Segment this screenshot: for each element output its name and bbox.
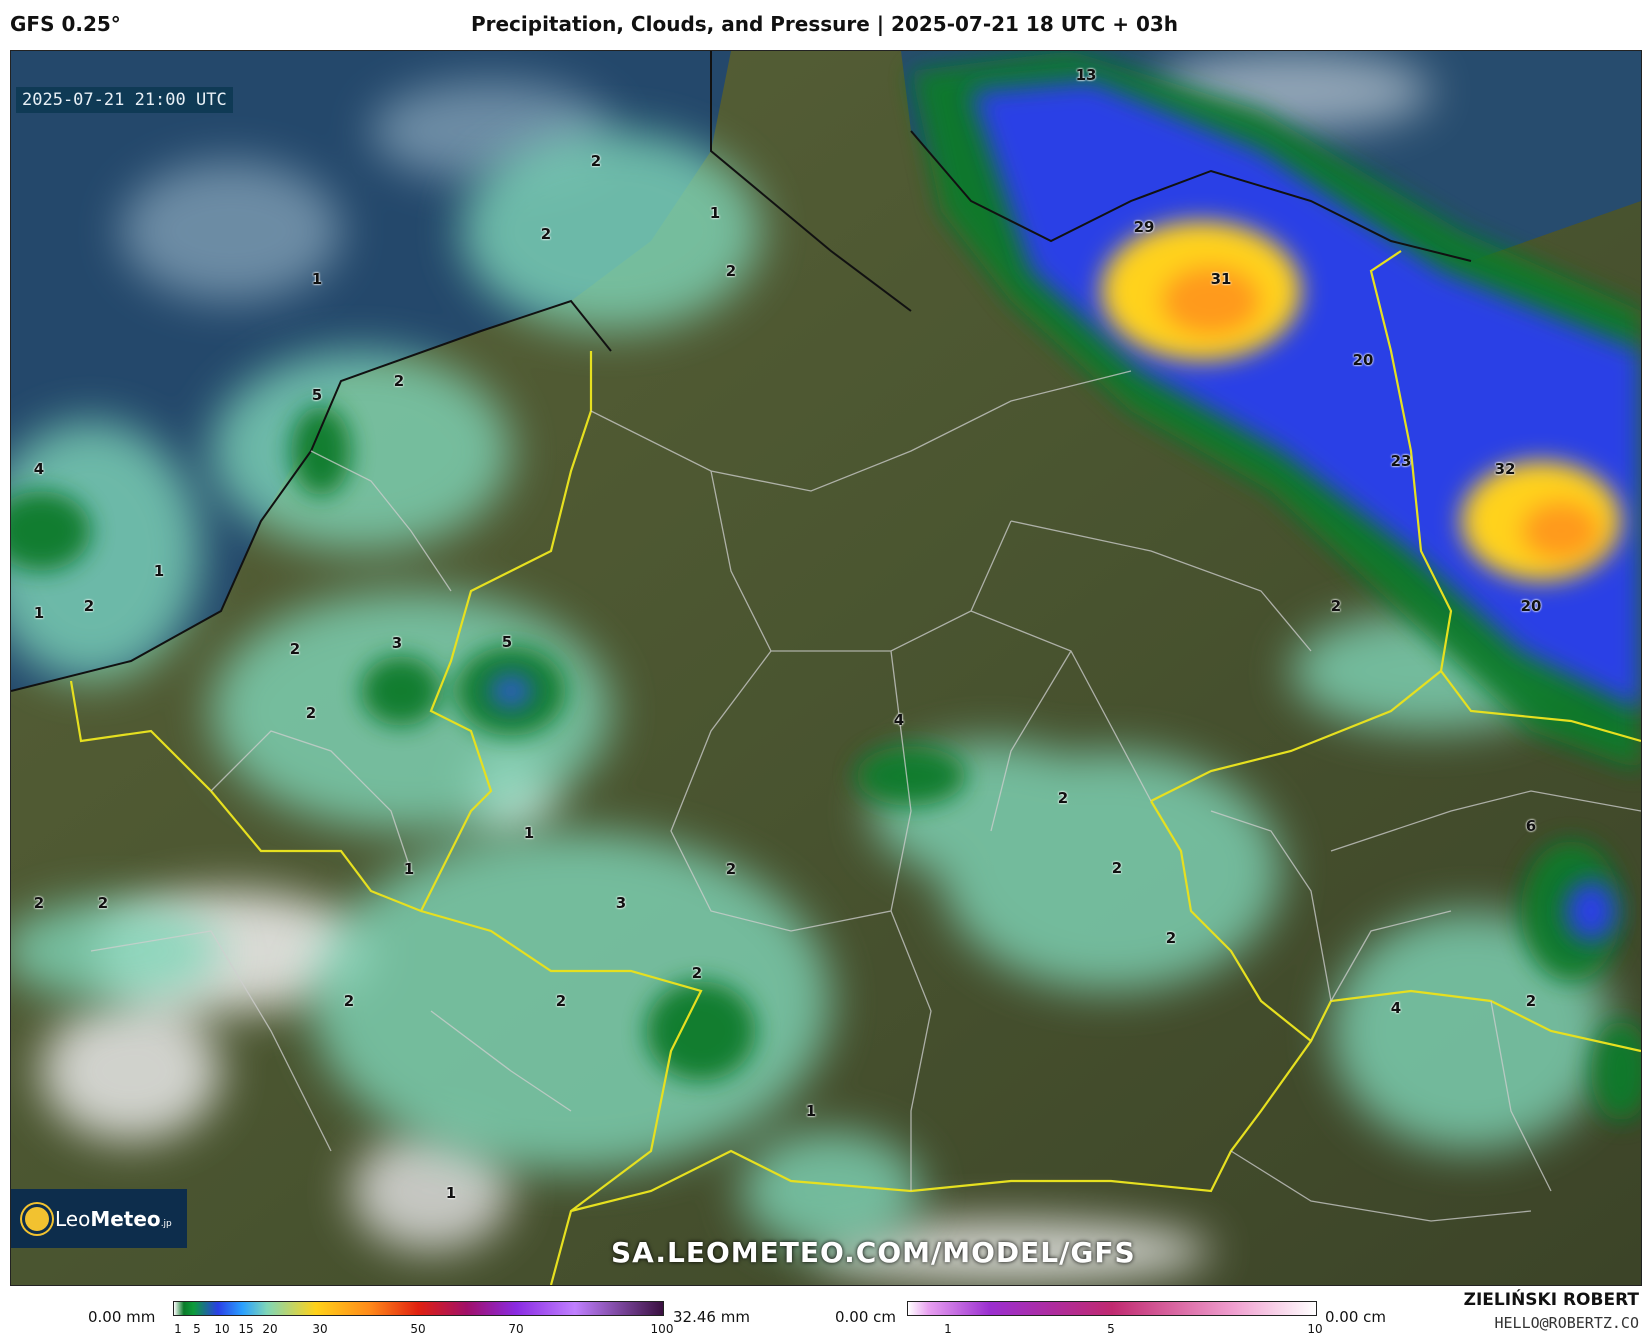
map-canvas: [11, 51, 1641, 1285]
colorbar-tick-label: 10: [214, 1322, 230, 1336]
colorbar-tick-label: 1: [174, 1322, 182, 1336]
precip-value-label: 2: [725, 262, 737, 280]
precip-value-label: 2: [393, 372, 405, 390]
timestamp-label: 2025-07-21 21:00 UTC: [16, 87, 233, 113]
precip-value-label: 20: [1520, 597, 1542, 615]
author-email[interactable]: HELLO@ROBERTZ.CO: [1495, 1314, 1640, 1332]
precip-value-label: 4: [33, 460, 45, 478]
precip-value-label: 1: [805, 1102, 817, 1120]
precip-value-label: 2: [83, 597, 95, 615]
precip-value-label: 1: [445, 1184, 457, 1202]
precip-value-label: 2: [33, 894, 45, 912]
precip-value-label: 2: [555, 992, 567, 1010]
colorbar-tick-label: 10: [1307, 1322, 1323, 1336]
colorbar-tick-label: 50: [410, 1322, 426, 1336]
precip-min-label: 0.00 mm: [88, 1308, 156, 1326]
colorbar-tick-label: 5: [193, 1322, 201, 1336]
colorbar-tick-label: 30: [312, 1322, 328, 1336]
snow-min-label: 0.00 cm: [835, 1308, 897, 1326]
precip-value-label: 20: [1352, 351, 1374, 369]
precip-value-label: 1: [523, 824, 535, 842]
weather-map[interactable]: 2025-07-21 21:00 UTC 13 2 1 2 2 1 29 31 5 2 20 4 23 3…: [10, 50, 1642, 1286]
precip-value-label: 2: [725, 860, 737, 878]
precip-value-label: 1: [153, 562, 165, 580]
precip-value-label: 1: [403, 860, 415, 878]
precip-value-label: 2: [289, 640, 301, 658]
colorbar-tick-label: 100: [650, 1322, 674, 1336]
precip-value-label: 6: [1525, 817, 1537, 835]
precip-value-label: 2: [691, 964, 703, 982]
precip-value-label: 3: [615, 894, 627, 912]
snow-max-label: 0.00 cm: [1325, 1308, 1387, 1326]
leometeo-logo: LeoMeteo.jp: [11, 1189, 187, 1248]
precip-value-label: 2: [1330, 597, 1342, 615]
precip-value-label: 1: [33, 604, 45, 622]
watermark-url: SA.LEOMETEO.COM/MODEL/GFS: [611, 1236, 1136, 1269]
precip-value-label: 13: [1075, 66, 1097, 84]
precip-value-label: 2: [1111, 859, 1123, 877]
precip-max-label: 32.46 mm: [673, 1308, 750, 1326]
map-title: Precipitation, Clouds, and Pressure | 20…: [470, 12, 1179, 36]
precip-value-label: 2: [305, 704, 317, 722]
colorbar-tick-label: 15: [238, 1322, 254, 1336]
precip-value-label: 5: [311, 386, 323, 404]
precip-value-label: 1: [311, 270, 323, 288]
precip-value-label: 23: [1390, 452, 1412, 470]
precip-value-label: 3: [391, 634, 403, 652]
precip-value-label: 5: [501, 633, 513, 651]
precip-value-label: 2: [540, 225, 552, 243]
logo-text: LeoMeteo.jp: [55, 1206, 172, 1231]
precip-value-label: 2: [343, 992, 355, 1010]
precip-value-label: 4: [1390, 999, 1402, 1017]
precip-value-label: 2: [97, 894, 109, 912]
precip-value-label: 2: [1057, 789, 1069, 807]
precip-value-label: 1: [709, 204, 721, 222]
precip-value-label: 2: [1525, 992, 1537, 1010]
precip-value-label: 32: [1494, 460, 1516, 478]
snow-colorbar: [907, 1301, 1317, 1316]
precip-value-label: 2: [590, 152, 602, 170]
colorbar-tick-label: 1: [944, 1322, 952, 1336]
precip-value-label: 4: [893, 711, 905, 729]
colorbar-tick-label: 70: [508, 1322, 524, 1336]
author-name: ZIELIŃSKI ROBERT: [1463, 1290, 1639, 1310]
colorbar-tick-label: 5: [1107, 1322, 1115, 1336]
sun-icon: [25, 1206, 49, 1231]
colorbar-tick-label: 20: [262, 1322, 278, 1336]
precip-value-label: 29: [1133, 218, 1155, 236]
precip-colorbar: [173, 1301, 664, 1316]
precip-value-label: 2: [1165, 929, 1177, 947]
precip-value-label: 31: [1210, 270, 1232, 288]
